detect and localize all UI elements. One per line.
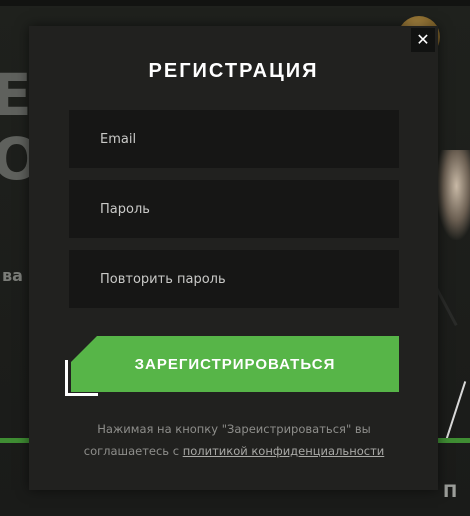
background-figure-image [436,150,470,240]
background-heading-letter: E [0,61,32,129]
email-field[interactable] [69,110,399,168]
registration-modal: РЕГИСТРАЦИЯ ЗАРЕГИСТРИРОВАТЬСЯ Нажимая н… [29,26,438,490]
register-button[interactable]: ЗАРЕГИСТРИРОВАТЬСЯ [71,336,399,392]
terms-notice: Нажимая на кнопку "Зареистрироваться" вы… [69,418,399,462]
repeat-password-field[interactable] [69,250,399,308]
modal-title: РЕГИСТРАЦИЯ [148,60,319,82]
notice-line-2-prefix: соглашаетесь с [83,444,183,458]
notice-line-1: Нажимая на кнопку "Зареистрироваться" вы [97,422,371,436]
submit-button-wrapper: ЗАРЕГИСТРИРОВАТЬСЯ [65,336,399,396]
privacy-policy-link[interactable]: политикой конфиденциальности [183,444,385,458]
background-top-bar [0,0,470,6]
close-icon[interactable]: ✕ [411,28,435,52]
background-text: П [443,482,458,502]
password-field[interactable] [69,180,399,238]
background-text: ва [2,266,23,285]
